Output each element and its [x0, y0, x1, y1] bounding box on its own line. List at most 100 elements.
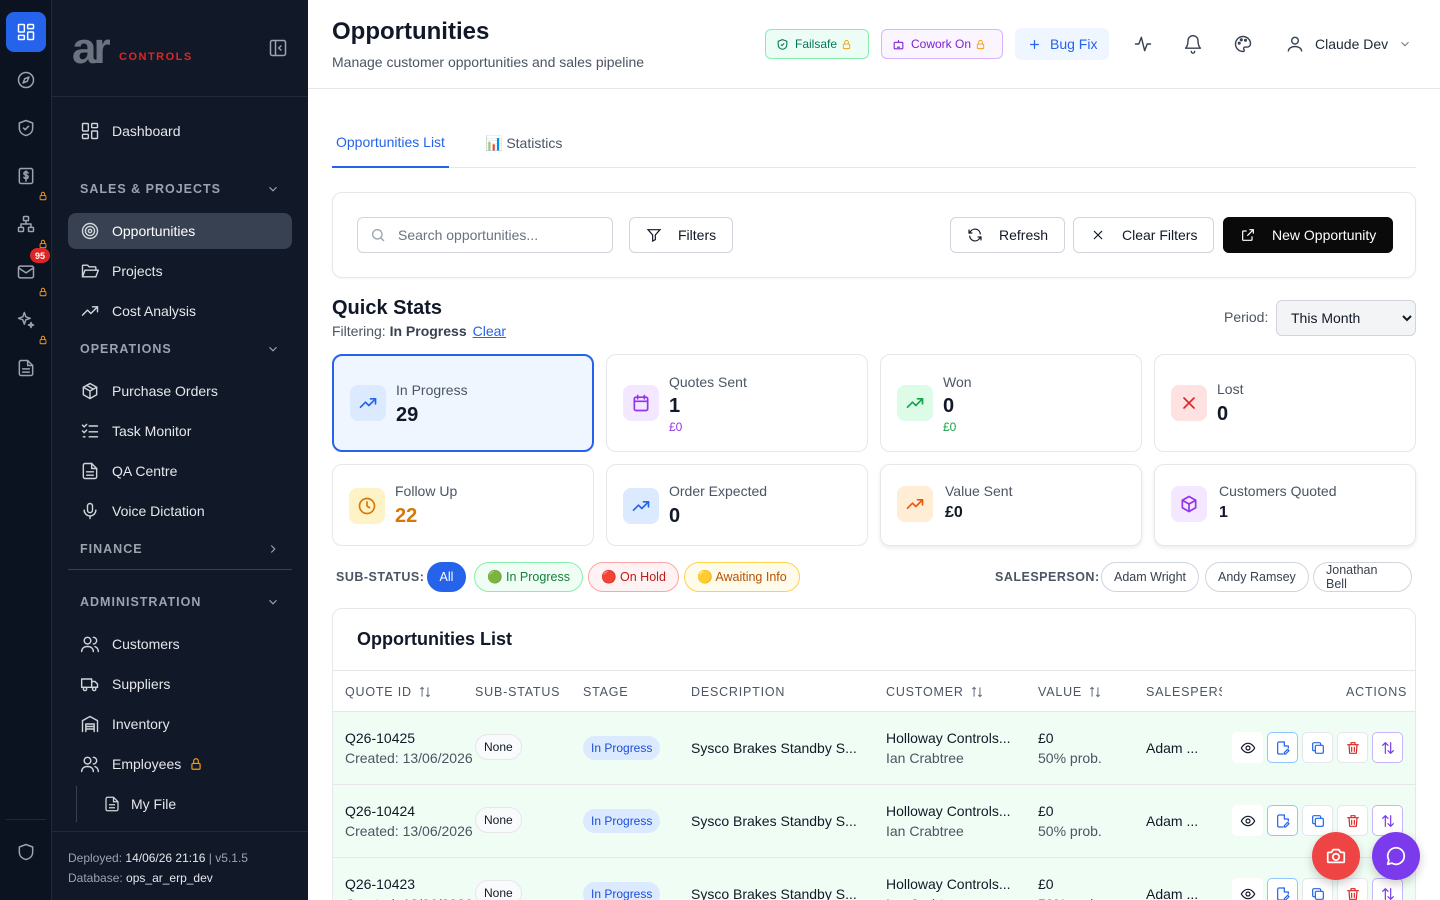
section-operations[interactable]: OPERATIONS — [80, 342, 280, 356]
clear-filters-button[interactable]: Clear Filters — [1073, 217, 1215, 253]
refresh-button[interactable]: Refresh — [950, 217, 1066, 253]
view-eye-icon[interactable] — [1232, 805, 1263, 836]
chat-button[interactable] — [1372, 832, 1420, 880]
rail-document-icon[interactable] — [6, 348, 46, 388]
chip-on-hold[interactable]: 🔴 On Hold — [588, 562, 679, 592]
sidebar-item-opportunities[interactable]: Opportunities — [68, 213, 292, 249]
sidebar-item-suppliers[interactable]: Suppliers — [68, 666, 292, 702]
filtering-label: Filtering: — [332, 323, 386, 339]
sidebar-item-label: Opportunities — [112, 223, 196, 239]
chip-awaiting-info[interactable]: 🟡 Awaiting Info — [684, 562, 800, 592]
stat-label: Value Sent — [945, 483, 1013, 499]
sidebar: ar CONTROLS Dashboard SALES & PROJECTS O… — [52, 0, 308, 900]
quote-id[interactable]: Q26-10424 — [345, 803, 415, 819]
sidebar-item-task-monitor[interactable]: Task Monitor — [68, 413, 292, 449]
stat-card-lost[interactable]: Lost 0 — [1154, 354, 1416, 452]
chip-in-progress[interactable]: 🟢 In Progress — [474, 562, 583, 592]
quote-id[interactable]: Q26-10425 — [345, 730, 415, 746]
sidebar-item-qa-centre[interactable]: QA Centre — [68, 453, 292, 489]
palette-icon[interactable] — [1231, 32, 1255, 56]
stat-card-follow-up[interactable]: Follow Up 22 — [332, 464, 594, 546]
failsafe-label: Failsafe — [795, 37, 838, 51]
sidebar-item-employees[interactable]: Employees — [68, 746, 292, 782]
screenshot-camera-button[interactable] — [1312, 832, 1360, 880]
delete-trash-icon[interactable] — [1337, 805, 1368, 836]
new-opportunity-button[interactable]: New Opportunity — [1223, 217, 1394, 253]
stat-value: £0 — [945, 504, 963, 521]
tab-statistics[interactable]: 📊 Statistics — [481, 118, 566, 168]
trending-up-icon — [897, 486, 933, 522]
sidebar-item-voice-dictation[interactable]: Voice Dictation — [68, 493, 292, 529]
deploy-info: Deployed: 14/06/26 21:16 | v5.1.5 Databa… — [68, 851, 248, 885]
description: Sysco Brakes Standby S... — [691, 886, 857, 900]
trending-up-icon — [350, 385, 386, 421]
edit-document-icon[interactable] — [1267, 805, 1298, 836]
view-eye-icon[interactable] — [1232, 878, 1263, 900]
stat-card-customers-quoted[interactable]: Customers Quoted 1 — [1154, 464, 1416, 546]
table-row[interactable]: Q26-10424 Created: 13/06/2026 None In Pr… — [333, 785, 1415, 858]
column-header-value[interactable]: VALUE — [1038, 685, 1102, 699]
convert-arrows-icon[interactable] — [1372, 878, 1403, 900]
delete-trash-icon[interactable] — [1337, 732, 1368, 763]
sidebar-item-my-file[interactable]: My File — [76, 786, 292, 822]
activity-icon[interactable] — [1131, 32, 1155, 56]
stat-card-value-sent[interactable]: Value Sent £0 — [880, 464, 1142, 546]
duplicate-icon[interactable] — [1302, 878, 1333, 900]
stat-label: In Progress — [396, 382, 468, 398]
clear-filter-link[interactable]: Clear — [473, 323, 506, 339]
rail-shield-check-icon[interactable] — [6, 108, 46, 148]
stat-card-order-expected[interactable]: Order Expected 0 — [606, 464, 868, 546]
table-row[interactable]: Q26-10423 Created: 13/06/2026 None In Pr… — [333, 858, 1415, 900]
edit-document-icon[interactable] — [1267, 732, 1298, 763]
warehouse-icon — [80, 714, 100, 734]
sidebar-item-cost-analysis[interactable]: Cost Analysis — [68, 293, 292, 329]
view-eye-icon[interactable] — [1232, 732, 1263, 763]
description: Sysco Brakes Standby S... — [691, 813, 857, 829]
bug-fix-button[interactable]: Bug Fix — [1015, 28, 1110, 60]
chip-salesperson[interactable]: Jonathan Bell — [1313, 562, 1412, 592]
column-header-quote-id[interactable]: QUOTE ID — [345, 685, 432, 699]
sidebar-item-projects[interactable]: Projects — [68, 253, 292, 289]
delete-trash-icon[interactable] — [1337, 878, 1368, 900]
rail-dashboard-icon[interactable] — [6, 12, 46, 52]
sidebar-item-customers[interactable]: Customers — [68, 626, 292, 662]
failsafe-badge[interactable]: Failsafe — [765, 29, 870, 59]
column-header-customer[interactable]: CUSTOMER — [886, 685, 984, 699]
section-administration[interactable]: ADMINISTRATION — [80, 595, 280, 609]
duplicate-icon[interactable] — [1302, 732, 1333, 763]
rail-compass-icon[interactable] — [6, 60, 46, 100]
table-row[interactable]: Q26-10425 Created: 13/06/2026 None In Pr… — [333, 712, 1415, 785]
value: £0 — [1038, 730, 1054, 746]
duplicate-icon[interactable] — [1302, 805, 1333, 836]
chevron-right-icon — [270, 545, 276, 553]
stat-label: Customers Quoted — [1219, 483, 1337, 499]
search-input[interactable] — [398, 227, 598, 243]
sidebar-item-inventory[interactable]: Inventory — [68, 706, 292, 742]
sidebar-item-purchase-orders[interactable]: Purchase Orders — [68, 373, 292, 409]
period-select[interactable]: This Month — [1276, 300, 1416, 336]
stat-card-in-progress[interactable]: In Progress 29 — [332, 354, 594, 452]
tab-opportunities-list[interactable]: Opportunities List — [332, 118, 449, 168]
salesperson: Adam ... — [1146, 740, 1199, 756]
bell-icon[interactable] — [1181, 32, 1205, 56]
lock-icon — [189, 757, 203, 771]
sidebar-item-label: Projects — [112, 263, 163, 279]
company-logo[interactable]: ar CONTROLS — [72, 24, 200, 73]
chip-all[interactable]: All — [427, 562, 466, 592]
convert-arrows-icon[interactable] — [1372, 732, 1403, 763]
chip-salesperson[interactable]: Adam Wright — [1101, 562, 1200, 592]
chip-salesperson[interactable]: Andy Ramsey — [1205, 562, 1309, 592]
user-menu[interactable]: Claude Dev — [1285, 33, 1412, 55]
quote-id[interactable]: Q26-10423 — [345, 876, 415, 892]
section-finance[interactable]: FINANCE — [80, 542, 280, 556]
filters-button[interactable]: Filters — [629, 217, 734, 253]
search-box[interactable] — [357, 217, 613, 253]
cowork-badge[interactable]: Cowork On — [881, 29, 1004, 59]
stat-card-quotes-sent[interactable]: Quotes Sent 1 £0 — [606, 354, 868, 452]
rail-shield-icon[interactable] — [6, 832, 46, 872]
collapse-sidebar-icon[interactable] — [268, 38, 288, 58]
section-sales-projects[interactable]: SALES & PROJECTS — [80, 182, 280, 196]
sidebar-item-dashboard[interactable]: Dashboard — [68, 113, 292, 149]
stat-card-won[interactable]: Won 0 £0 — [880, 354, 1142, 452]
edit-document-icon[interactable] — [1267, 878, 1298, 900]
